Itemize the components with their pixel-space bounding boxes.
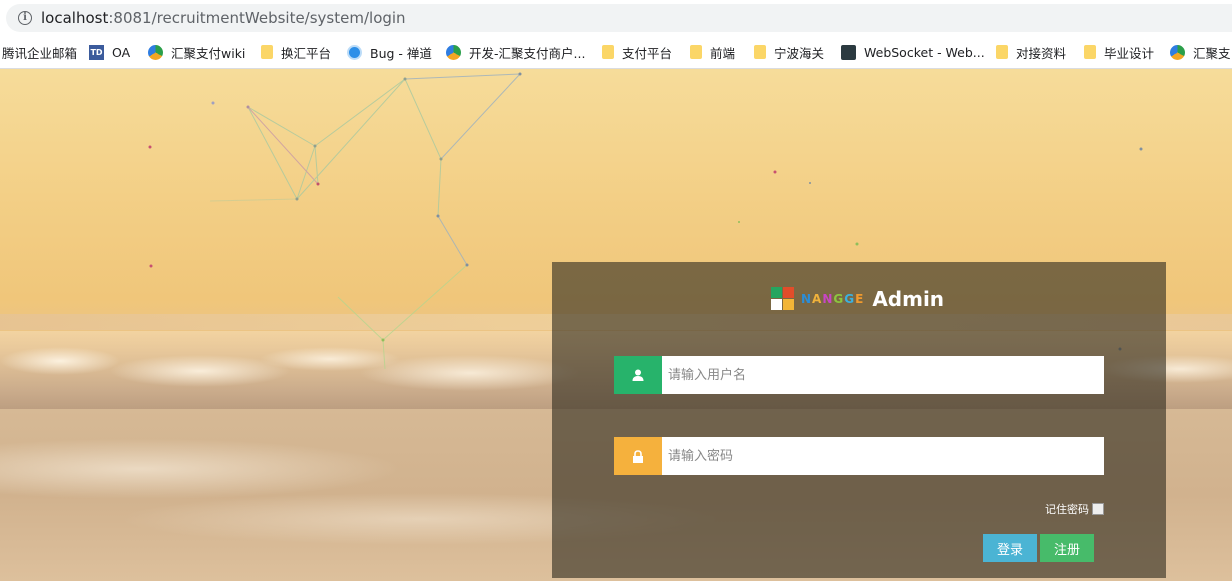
bookmark-dev-huiju[interactable]: 开发-汇聚支付商户... <box>446 43 585 61</box>
folder-icon <box>754 45 766 59</box>
bookmark-label: 汇聚支付wiki <box>171 45 246 61</box>
bookmark-tencent-mail[interactable]: 腾讯企业邮箱 <box>2 43 77 61</box>
bookmark-docking-docs[interactable]: 对接资料 <box>996 43 1066 61</box>
bookmark-label: 支付平台 <box>622 45 673 61</box>
url-text[interactable]: localhost:8081/recruitmentWebsite/system… <box>41 9 406 27</box>
username-input[interactable] <box>662 356 1104 394</box>
bug-icon <box>347 44 362 60</box>
bookmark-huiju-more[interactable]: 汇聚支 <box>1170 43 1231 61</box>
bookmark-payment-platform[interactable]: 支付平台 <box>602 43 672 61</box>
url-field[interactable]: i localhost:8081/recruitmentWebsite/syst… <box>6 4 1232 32</box>
bookmark-frontend[interactable]: 前端 <box>690 43 735 61</box>
triangle-logo-icon <box>148 44 163 60</box>
folder-icon <box>261 45 273 59</box>
bookmark-label: OA <box>112 44 131 60</box>
bookmark-label: 开发-汇聚支付商户... <box>469 45 586 61</box>
folder-icon <box>602 45 614 59</box>
bookmark-label: 汇聚支 <box>1193 45 1231 61</box>
bookmark-label: 腾讯企业邮箱 <box>2 45 78 61</box>
bookmark-bug-zentao[interactable]: Bug - 禅道 <box>347 43 432 61</box>
address-bar: i localhost:8081/recruitmentWebsite/syst… <box>0 0 1232 36</box>
url-host: localhost <box>41 9 109 27</box>
bookmarks-bar: 腾讯企业邮箱 TD OA 汇聚支付wiki 换汇平台 Bug - 禅道 开发-汇聚… <box>0 36 1232 69</box>
td-icon: TD <box>89 44 104 60</box>
bookmark-oa[interactable]: TD OA <box>89 43 130 61</box>
user-icon <box>614 356 662 394</box>
triangle-logo-icon <box>446 44 461 60</box>
password-input[interactable] <box>662 437 1104 475</box>
login-panel: NANGGE Admin 记住密码 <box>552 262 1166 578</box>
folder-icon <box>996 45 1008 59</box>
password-field <box>614 437 1104 475</box>
username-field <box>614 356 1104 394</box>
bookmark-label: 毕业设计 <box>1104 45 1155 61</box>
bookmark-label: WebSocket - Web... <box>864 44 985 60</box>
bookmark-ningbo-customs[interactable]: 宁波海关 <box>754 43 824 61</box>
bookmark-exchange[interactable]: 换汇平台 <box>261 43 331 61</box>
websocket-icon <box>841 44 856 60</box>
bookmark-label: 换汇平台 <box>281 45 332 61</box>
remember-checkbox[interactable] <box>1092 503 1104 515</box>
bookmark-graduation[interactable]: 毕业设计 <box>1084 43 1154 61</box>
info-icon[interactable]: i <box>18 11 32 25</box>
bookmark-label: Bug - 禅道 <box>370 45 432 61</box>
bookmark-label: 前端 <box>710 45 736 61</box>
bookmark-label: 对接资料 <box>1016 45 1067 61</box>
remember-label: 记住密码 <box>1045 503 1089 516</box>
bookmark-websocket[interactable]: WebSocket - Web... <box>841 43 985 61</box>
logo-mark-icon <box>771 287 795 311</box>
folder-icon <box>1084 45 1096 59</box>
bookmark-label: 宁波海关 <box>774 45 825 61</box>
admin-title: Admin <box>872 287 945 311</box>
lock-icon <box>614 437 662 475</box>
folder-icon <box>690 45 702 59</box>
logo: NANGGE Admin <box>771 287 944 311</box>
register-button[interactable]: 注册 <box>1040 534 1094 562</box>
remember-password: 记住密码 <box>1045 501 1104 517</box>
login-button[interactable]: 登录 <box>983 534 1037 562</box>
brand-name: NANGGE <box>801 292 865 306</box>
login-page-background: NANGGE Admin 记住密码 <box>0 69 1232 581</box>
bookmark-huiju-wiki[interactable]: 汇聚支付wiki <box>148 43 245 61</box>
triangle-logo-icon <box>1170 44 1185 60</box>
url-path: :8081/recruitmentWebsite/system/login <box>108 9 406 27</box>
